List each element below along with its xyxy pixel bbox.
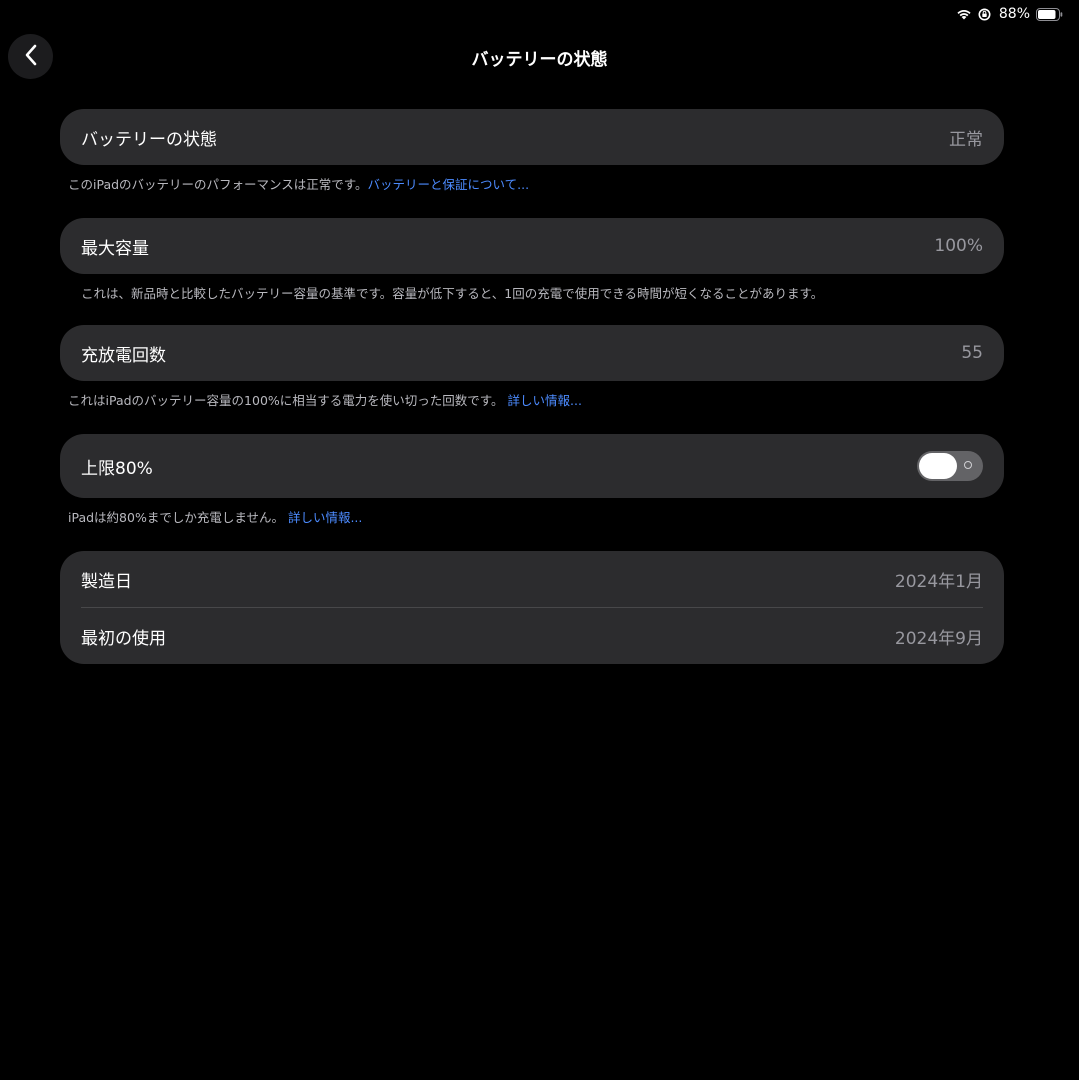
battery-health-label: バッテリーの状態 [81, 129, 217, 150]
max-capacity-label: 最大容量 [81, 238, 149, 259]
page-title: バッテリーの状態 [471, 50, 608, 70]
manufacture-date-value: 2024年1月 [894, 571, 983, 592]
manufacture-date-label: 製造日 [81, 571, 132, 592]
charge-limit-card: 上限80% [60, 434, 1004, 498]
charge-limit-more-info-link[interactable]: 詳しい情報... [288, 510, 362, 525]
orientation-lock-icon [978, 8, 991, 21]
charge-limit-toggle[interactable] [917, 451, 983, 481]
battery-icon [1036, 7, 1063, 21]
cycle-count-value: 55 [961, 343, 983, 363]
first-use-label: 最初の使用 [81, 628, 166, 649]
battery-health-row: バッテリーの状態 正常 [60, 109, 1004, 165]
max-capacity-card: 最大容量 100% [60, 218, 1004, 274]
first-use-value: 2024年9月 [894, 628, 983, 649]
first-use-row: 最初の使用 2024年9月 [60, 608, 1004, 664]
toggle-off-indicator-icon [964, 461, 972, 469]
max-capacity-note-text: これは、新品時と比較したバッテリー容量の基準です。容量が低下すると、1回の充電で… [81, 286, 824, 301]
battery-health-footnote: このiPadのバッテリーのパフォーマンスは正常です。バッテリーと保証について..… [68, 174, 529, 193]
charge-limit-note-text: iPadは約80%までしか充電しません。 [68, 510, 284, 525]
cycle-count-row: 充放電回数 55 [60, 325, 1004, 381]
cycle-count-label: 充放電回数 [81, 345, 166, 366]
cycle-count-card: 充放電回数 55 [60, 325, 1004, 381]
dates-card: 製造日 2024年1月 最初の使用 2024年9月 [60, 551, 1004, 664]
battery-health-note-text: このiPadのバッテリーのパフォーマンスは正常です。 [68, 177, 368, 192]
battery-warranty-link[interactable]: バッテリーと保証について... [368, 177, 530, 192]
max-capacity-row: 最大容量 100% [60, 218, 1004, 274]
max-capacity-footnote: これは、新品時と比較したバッテリー容量の基準です。容量が低下すると、1回の充電で… [81, 283, 823, 302]
toggle-knob [919, 453, 957, 479]
charge-limit-footnote: iPadは約80%までしか充電しません。 詳しい情報... [68, 507, 362, 526]
battery-health-card: バッテリーの状態 正常 [60, 109, 1004, 165]
battery-percent: 88% [998, 6, 1030, 22]
cycle-count-footnote: これはiPadのバッテリー容量の100%に相当する電力を使い切った回数です。 詳… [68, 390, 582, 409]
charge-limit-label: 上限80% [81, 458, 153, 479]
cycle-count-note-text: これはiPadのバッテリー容量の100%に相当する電力を使い切った回数です。 [68, 393, 504, 408]
charge-limit-row: 上限80% [60, 434, 1004, 498]
cycle-count-more-info-link[interactable]: 詳しい情報... [508, 393, 582, 408]
status-bar: 88% [956, 6, 1063, 22]
battery-health-value: 正常 [949, 129, 983, 150]
wifi-icon [956, 8, 972, 20]
max-capacity-value: 100% [934, 236, 983, 256]
manufacture-date-row: 製造日 2024年1月 [60, 551, 1004, 607]
battery-health-screen: 88% バッテリーの状態 バッテリーの状態 正常 このiPadのバッテリーのパフ… [0, 0, 1079, 1080]
